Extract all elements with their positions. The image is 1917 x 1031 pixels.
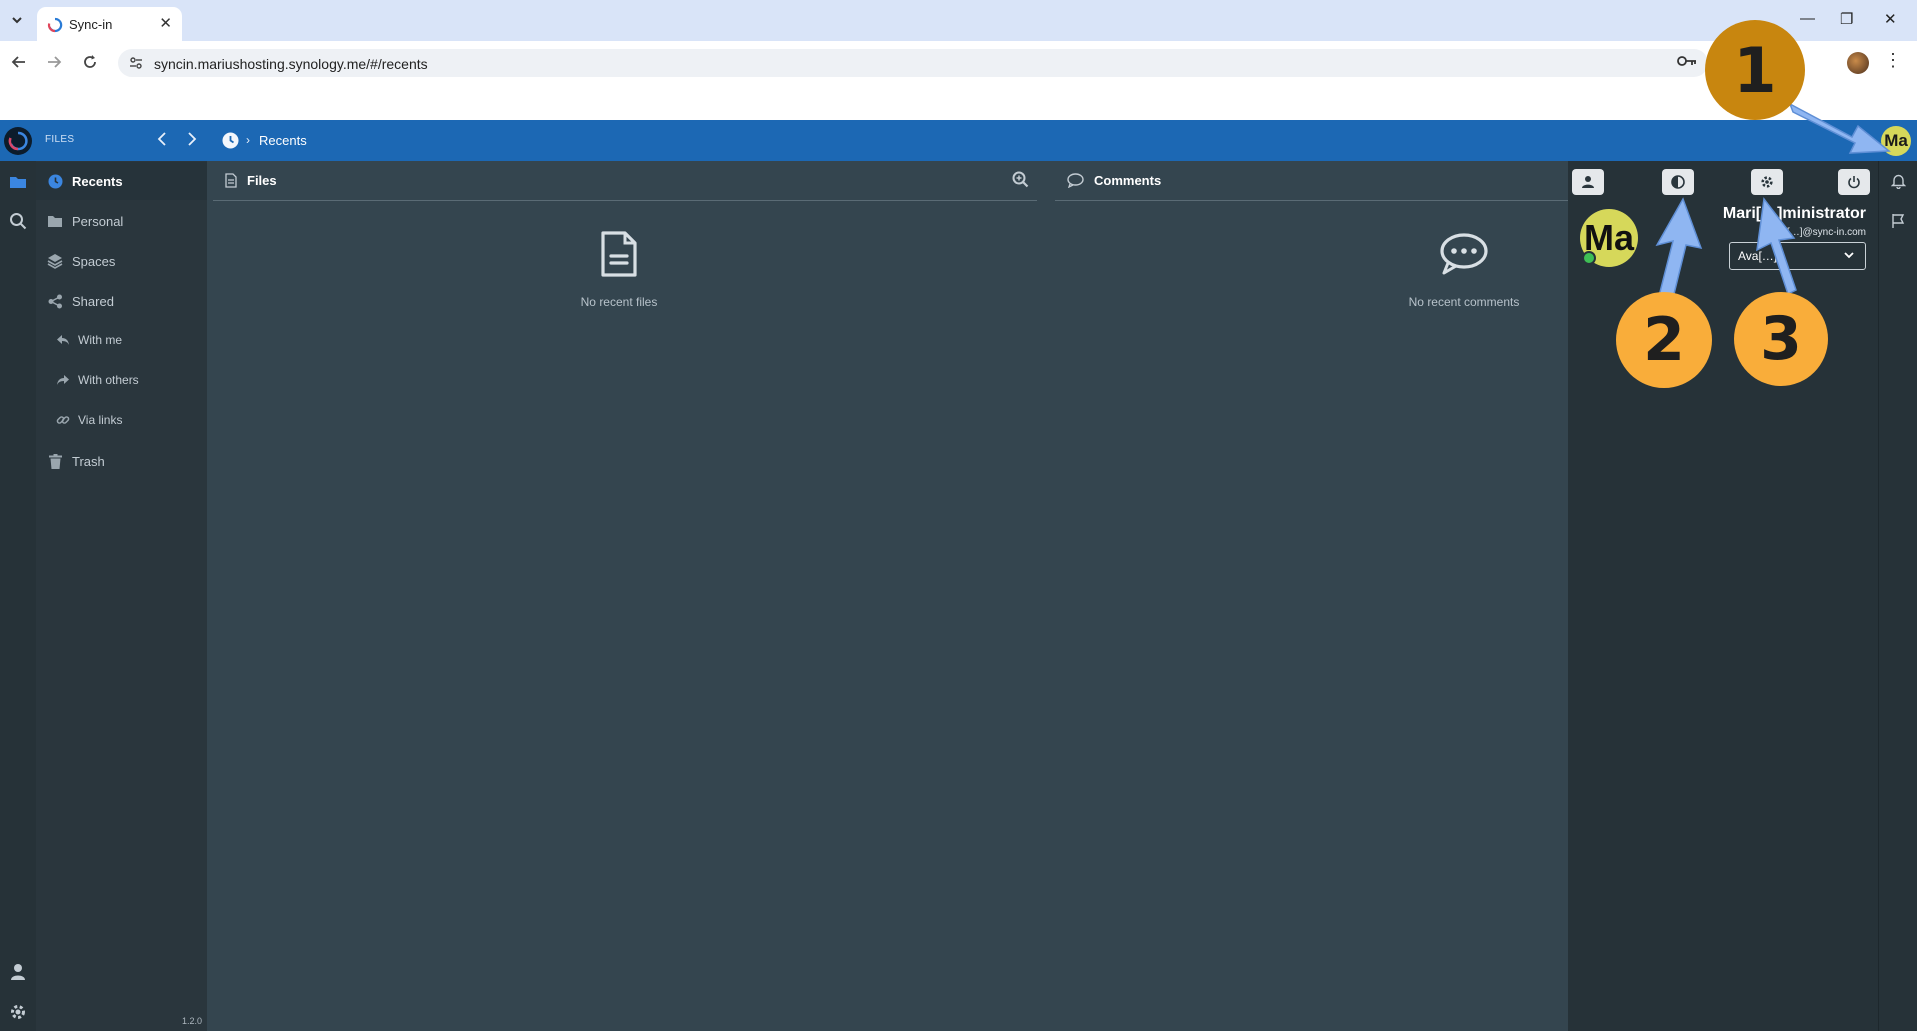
sidebar-item-personal[interactable]: Personal	[36, 202, 207, 240]
empty-file-icon	[599, 229, 639, 279]
theme-toggle-button[interactable]	[1662, 169, 1694, 195]
comments-pane-header: Comments	[1055, 161, 1568, 201]
files-folder-icon[interactable]	[7, 171, 29, 193]
annotation-badge-3-number: 3	[1760, 304, 1802, 374]
annotation-badge-2-number: 2	[1643, 305, 1685, 375]
sidebar-item-with-others[interactable]: With others	[36, 361, 207, 399]
user-icon[interactable]	[7, 961, 29, 983]
files-pane-header: Files	[213, 161, 1037, 201]
history-back-chevron-icon[interactable]	[156, 131, 168, 152]
online-status-dot	[1582, 251, 1596, 265]
sidebar-item-via-links[interactable]: Via links	[36, 401, 207, 439]
sidebar-item-label: Recents	[72, 173, 123, 189]
browser-tab-bar: Sync-in ✕ — ❐ ✕	[0, 0, 1917, 41]
clock-icon	[46, 172, 64, 190]
gear-icon[interactable]	[7, 1001, 29, 1023]
forward-arrow-icon[interactable]	[43, 51, 65, 73]
sync-in-favicon-icon	[47, 17, 63, 33]
annotation-badge-1-number: 1	[1733, 33, 1777, 107]
address-bar[interactable]: syncin.mariushosting.synology.me/#/recen…	[118, 49, 1708, 77]
bell-icon[interactable]	[1888, 171, 1908, 191]
minimize-window-icon[interactable]: —	[1800, 10, 1815, 27]
empty-comments-icon	[1438, 231, 1490, 277]
share-icon	[46, 292, 64, 310]
browser-tab[interactable]: Sync-in ✕	[37, 7, 182, 41]
gear-icon	[1761, 176, 1773, 188]
user-profile-button[interactable]	[1572, 169, 1604, 195]
left-icon-rail	[0, 161, 36, 1031]
browser-profile-avatar[interactable]	[1847, 52, 1869, 74]
user-avatar-button[interactable]: Ma	[1881, 126, 1911, 156]
app-logo-icon[interactable]	[4, 127, 32, 155]
sidebar-item-recents[interactable]: Recents	[36, 162, 207, 200]
history-forward-chevron-icon[interactable]	[186, 131, 198, 152]
sidebar-item-label: Spaces	[72, 253, 116, 269]
close-tab-icon[interactable]: ✕	[159, 14, 172, 32]
power-icon	[1848, 176, 1860, 189]
files-pane-title: Files	[247, 173, 277, 188]
files-empty-text: No recent files	[580, 295, 658, 309]
close-window-icon[interactable]: ✕	[1884, 10, 1897, 28]
app-version: 1.2.0	[182, 1016, 203, 1026]
settings-button[interactable]	[1751, 169, 1783, 195]
tab-list-chevron-down-icon[interactable]	[6, 9, 28, 31]
sidebar-item-label: Via links	[78, 413, 123, 427]
status-selected-value: Ava[…]	[1738, 249, 1778, 263]
trash-icon	[46, 452, 64, 470]
comment-icon	[1067, 173, 1084, 188]
breadcrumb-separator: ›	[246, 133, 250, 147]
avatar-initials: Ma	[1884, 131, 1908, 150]
theme-contrast-icon	[1671, 175, 1685, 189]
user-email: […]@sync-in.com	[1786, 227, 1866, 238]
annotation-badge-3: 3	[1734, 292, 1828, 386]
url-text[interactable]: syncin.mariushosting.synology.me/#/recen…	[154, 56, 428, 72]
kebab-menu-icon[interactable]: ⋮	[1884, 50, 1902, 71]
reload-icon[interactable]	[79, 51, 101, 73]
main-content: Files No recent files Comments No recent…	[207, 161, 1568, 1031]
forward-share-icon	[54, 371, 72, 389]
search-icon[interactable]	[7, 210, 29, 232]
key-icon[interactable]	[1677, 54, 1697, 68]
sidebar-item-label: Trash	[72, 453, 105, 469]
link-icon	[54, 411, 72, 429]
files-sidebar: Recents Personal Spaces Shared With me W…	[36, 161, 207, 1031]
user-panel: Ma Mari[…]ministrator […]@sync-in.com Av…	[1568, 161, 1878, 1031]
chevron-down-icon	[1844, 252, 1854, 259]
flag-icon[interactable]	[1888, 211, 1908, 231]
online-status-select[interactable]: Ava[…]	[1729, 242, 1866, 270]
clock-icon	[222, 132, 239, 149]
right-icon-rail	[1878, 161, 1917, 1031]
annotation-badge-2: 2	[1616, 292, 1712, 388]
layers-icon	[46, 252, 64, 270]
back-arrow-icon[interactable]	[8, 51, 30, 73]
sidebar-item-label: With me	[78, 333, 123, 347]
annotation-badge-1: 1	[1705, 20, 1805, 120]
logout-button[interactable]	[1838, 169, 1870, 195]
site-settings-icon[interactable]	[128, 55, 144, 71]
sidebar-item-spaces[interactable]: Spaces	[36, 242, 207, 280]
sidebar-item-with-me[interactable]: With me	[36, 321, 207, 359]
zoom-search-icon[interactable]	[1012, 171, 1029, 191]
sidebar-item-label: With others	[78, 373, 139, 387]
app-header: FILES › Recents Ma	[0, 120, 1917, 161]
user-display-name: Mari[…]ministrator	[1722, 205, 1866, 222]
sidebar-item-label: Shared	[72, 293, 114, 309]
user-icon	[1582, 176, 1594, 188]
reply-icon	[54, 331, 72, 349]
comments-pane-title: Comments	[1094, 173, 1162, 188]
sidebar-item-shared[interactable]: Shared	[36, 282, 207, 320]
folder-icon	[46, 212, 64, 230]
tab-title: Sync-in	[69, 17, 113, 32]
browser-toolbar: syncin.mariushosting.synology.me/#/recen…	[0, 41, 1917, 120]
sidebar-item-label: Personal	[72, 213, 124, 229]
comments-empty-text: No recent comments	[1408, 295, 1520, 309]
sidebar-item-trash[interactable]: Trash	[36, 442, 207, 480]
breadcrumb-current[interactable]: Recents	[259, 133, 307, 148]
section-label: FILES	[45, 134, 75, 145]
restore-window-icon[interactable]: ❐	[1840, 10, 1853, 28]
file-icon	[225, 173, 237, 188]
